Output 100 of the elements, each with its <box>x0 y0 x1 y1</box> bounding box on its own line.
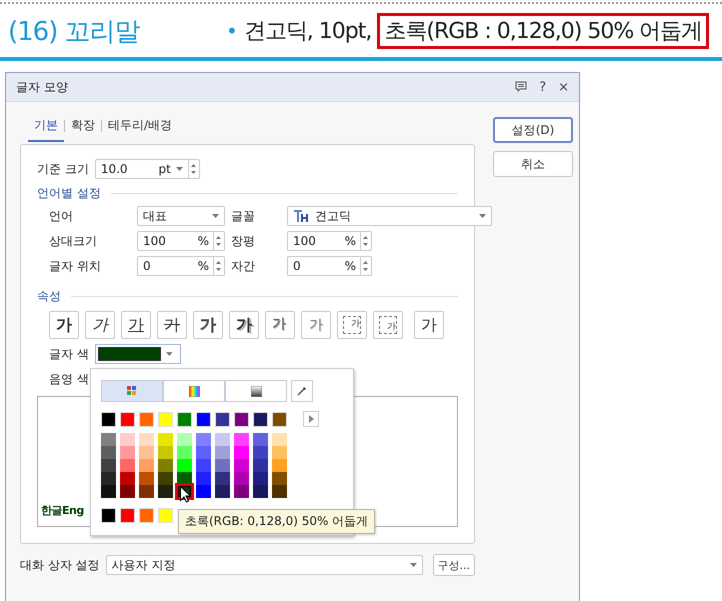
color-swatch[interactable] <box>158 412 173 426</box>
text-style-button[interactable]: 가 <box>414 311 444 339</box>
color-swatch[interactable] <box>253 459 268 472</box>
spin-button[interactable] <box>188 159 199 179</box>
text-style-button[interactable]: 가 <box>85 311 115 339</box>
size-field[interactable]: 10.0 pt <box>94 159 200 179</box>
color-swatch[interactable] <box>253 485 268 498</box>
color-mode-tab[interactable] <box>225 380 287 402</box>
language-dropdown[interactable]: 대표 <box>137 206 225 226</box>
color-swatch[interactable] <box>196 472 211 485</box>
color-swatch[interactable] <box>120 472 135 485</box>
text-style-button[interactable]: 가 <box>49 311 79 339</box>
color-swatch[interactable] <box>196 433 211 446</box>
number-field[interactable]: 0 % <box>137 256 225 276</box>
color-swatch[interactable] <box>120 446 135 459</box>
color-swatch[interactable] <box>120 485 135 498</box>
color-swatch[interactable] <box>139 412 154 426</box>
text-style-button[interactable]: 가 <box>301 311 331 339</box>
caret-icon[interactable] <box>166 352 173 356</box>
color-swatch[interactable] <box>234 433 249 446</box>
spin-button[interactable] <box>360 256 371 276</box>
caret-icon[interactable] <box>176 167 183 171</box>
color-swatch[interactable] <box>120 412 135 426</box>
color-swatch[interactable] <box>158 446 173 459</box>
help-button[interactable]: ? <box>539 80 546 94</box>
close-button[interactable]: × <box>558 80 569 94</box>
dialog-button[interactable]: 설정(D) <box>493 117 573 143</box>
configure-button[interactable]: 구성... <box>432 554 475 576</box>
color-swatch[interactable] <box>177 459 192 472</box>
color-swatch[interactable] <box>215 459 230 472</box>
color-mode-tab[interactable] <box>101 380 163 402</box>
color-swatch[interactable] <box>139 446 154 459</box>
color-swatch[interactable] <box>215 446 230 459</box>
more-colors-button[interactable] <box>303 411 319 427</box>
color-swatch[interactable] <box>177 433 192 446</box>
font-dropdown[interactable]: 견고딕 <box>287 206 492 226</box>
color-swatch[interactable] <box>234 446 249 459</box>
recent-color-swatch[interactable] <box>120 508 135 523</box>
spin-button[interactable] <box>213 256 224 276</box>
color-swatch[interactable] <box>139 472 154 485</box>
text-style-button[interactable]: 가 <box>121 311 151 339</box>
number-field[interactable]: 100 % <box>137 231 225 251</box>
color-swatch[interactable] <box>196 459 211 472</box>
recent-color-swatch[interactable] <box>139 508 154 523</box>
caret-icon[interactable] <box>479 214 486 218</box>
color-swatch[interactable] <box>234 412 249 426</box>
color-swatch[interactable] <box>215 412 230 426</box>
spin-button[interactable] <box>360 231 371 251</box>
color-swatch[interactable] <box>253 412 268 426</box>
color-swatch[interactable] <box>101 433 116 446</box>
text-style-button[interactable]: 가 <box>373 311 403 339</box>
number-field[interactable]: 0 % <box>287 256 372 276</box>
color-swatch[interactable] <box>101 446 116 459</box>
color-swatch[interactable] <box>272 412 287 426</box>
color-swatch[interactable] <box>139 459 154 472</box>
color-swatch[interactable] <box>253 472 268 485</box>
color-swatch[interactable] <box>215 472 230 485</box>
text-style-button[interactable]: 가 <box>337 311 367 339</box>
color-swatch[interactable] <box>158 472 173 485</box>
text-style-button[interactable]: 가 <box>229 311 259 339</box>
color-swatch[interactable] <box>234 472 249 485</box>
dialog-button[interactable]: 취소 <box>493 151 573 177</box>
color-swatch[interactable] <box>196 485 211 498</box>
color-swatch[interactable] <box>272 446 287 459</box>
color-swatch[interactable] <box>272 485 287 498</box>
caret-icon[interactable] <box>410 563 416 567</box>
color-swatch[interactable] <box>215 485 230 498</box>
color-swatch[interactable] <box>215 433 230 446</box>
tab[interactable]: 확장 <box>65 116 101 142</box>
color-swatch[interactable] <box>272 459 287 472</box>
color-swatch[interactable] <box>253 446 268 459</box>
color-swatch[interactable] <box>177 412 192 426</box>
caret-icon[interactable] <box>212 214 219 218</box>
color-swatch[interactable] <box>158 485 173 498</box>
color-swatch[interactable] <box>101 485 116 498</box>
color-swatch[interactable] <box>101 412 116 426</box>
spin-button[interactable] <box>213 231 224 251</box>
text-color-dropdown[interactable] <box>94 344 181 364</box>
color-swatch[interactable] <box>272 433 287 446</box>
number-field[interactable]: 100 % <box>287 231 372 251</box>
color-swatch[interactable] <box>158 459 173 472</box>
color-swatch[interactable] <box>234 459 249 472</box>
color-mode-tab[interactable] <box>163 380 225 402</box>
text-style-button[interactable]: 가 <box>157 311 187 339</box>
color-swatch[interactable] <box>120 459 135 472</box>
color-swatch[interactable] <box>177 446 192 459</box>
color-swatch[interactable] <box>234 485 249 498</box>
color-swatch[interactable] <box>196 446 211 459</box>
color-swatch[interactable] <box>139 485 154 498</box>
recent-color-swatch[interactable] <box>101 508 116 523</box>
color-swatch[interactable] <box>139 433 154 446</box>
color-swatch[interactable] <box>253 433 268 446</box>
text-style-button[interactable]: 가 <box>193 311 223 339</box>
eyedropper-button[interactable] <box>291 380 313 402</box>
color-swatch[interactable] <box>101 459 116 472</box>
recent-color-swatch[interactable] <box>158 508 173 523</box>
tab[interactable]: 테두리/배경 <box>102 116 178 142</box>
comment-icon[interactable] <box>515 81 528 93</box>
color-swatch[interactable] <box>120 433 135 446</box>
settings-dropdown[interactable]: 사용자 지정 <box>106 555 422 575</box>
